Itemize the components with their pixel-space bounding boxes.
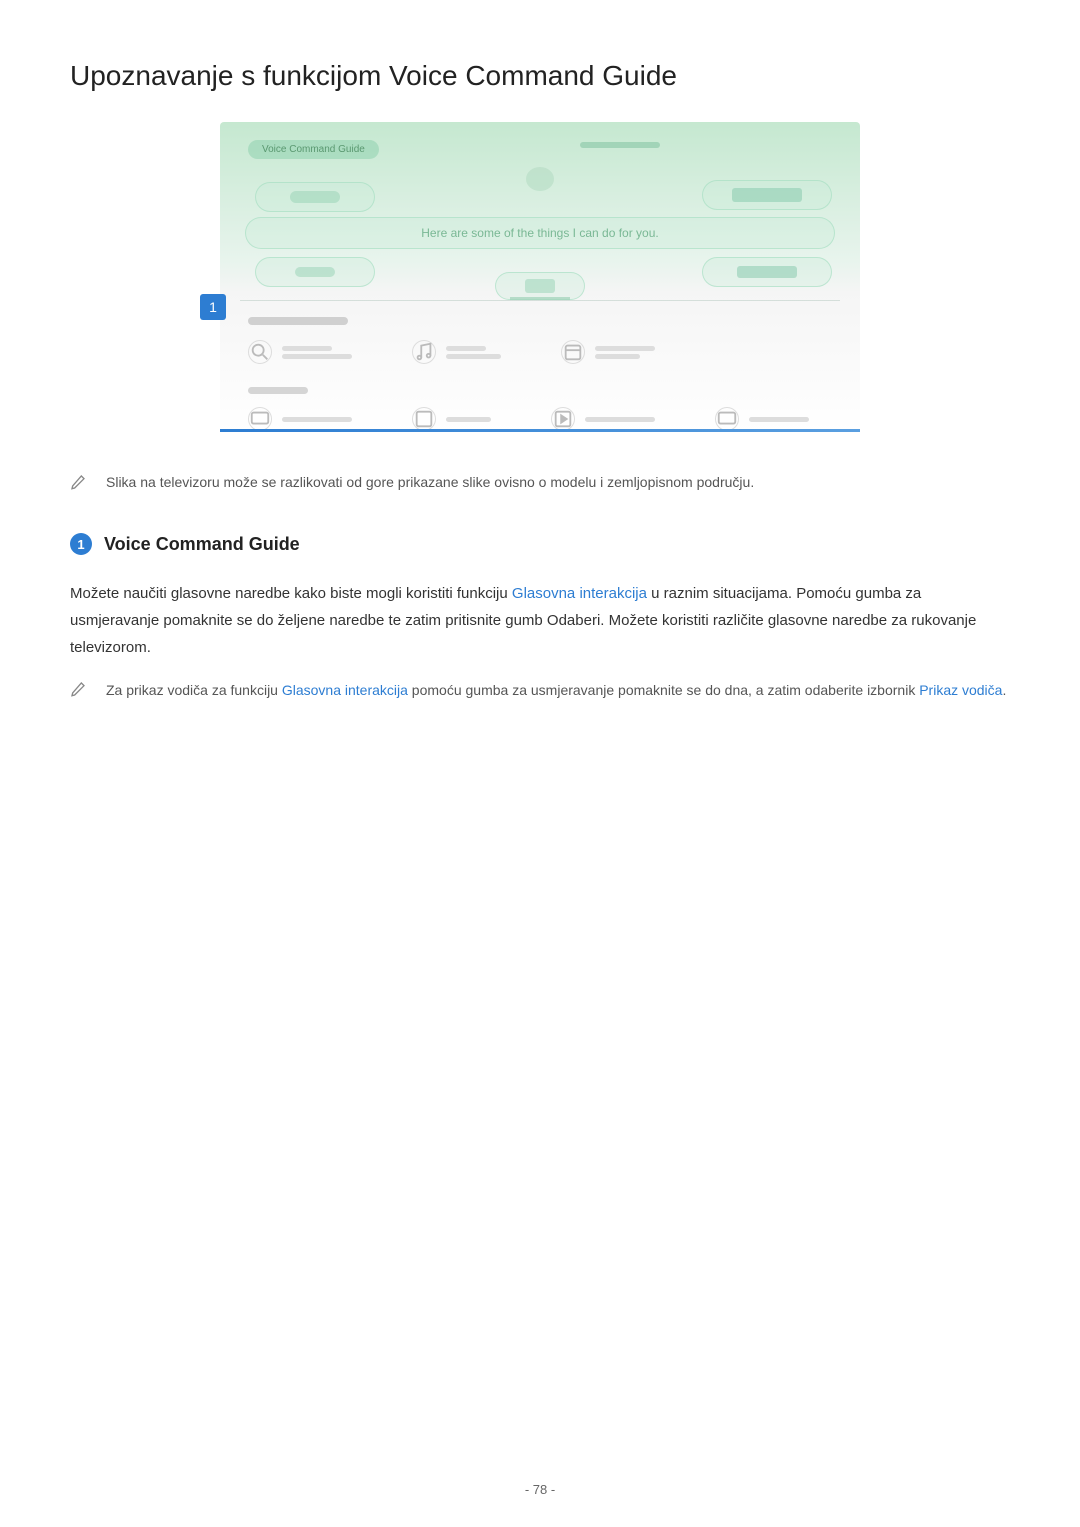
note-row-2: Za prikaz vodiča za funkciju Glasovna in… [70, 679, 1010, 703]
placeholder-line [446, 346, 486, 351]
command-item [248, 407, 352, 431]
pill-content [290, 191, 340, 203]
music-icon [412, 340, 436, 364]
display-icon [715, 407, 739, 431]
screenshot-header-label: Voice Command Guide [248, 140, 379, 159]
section-label-placeholder-2 [248, 387, 308, 394]
body-text-part: Možete naučiti glasovne naredbe kako bis… [70, 585, 512, 602]
divider-line [240, 300, 840, 301]
command-row-2 [248, 407, 840, 431]
subnote-part: . [1002, 682, 1006, 698]
section-body: Možete naučiti glasovne naredbe kako bis… [70, 580, 1010, 661]
section-number-badge: 1 [70, 533, 92, 555]
tv-icon [248, 407, 272, 431]
pencil-icon [70, 474, 86, 490]
pencil-icon [70, 681, 86, 697]
command-item [248, 340, 352, 364]
link-prikaz-vodica[interactable]: Prikaz vodiča [919, 682, 1002, 698]
section-heading-row: 1 Voice Command Guide [70, 533, 1010, 555]
speech-bubble-icon [526, 167, 554, 191]
note-text: Slika na televizoru može se razlikovati … [106, 472, 754, 493]
link-glasovna-interakcija[interactable]: Glasovna interakcija [512, 585, 647, 602]
placeholder-line [446, 354, 501, 359]
suggestion-pill-1 [255, 182, 375, 212]
pill-content [737, 266, 797, 278]
placeholder-line [585, 417, 655, 422]
placeholder-line [446, 417, 491, 422]
placeholder-line [282, 354, 352, 359]
main-pill-text: Here are some of the things I can do for… [421, 226, 658, 240]
link-glasovna-interakcija-2[interactable]: Glasovna interakcija [282, 682, 408, 698]
placeholder-line [282, 346, 332, 351]
main-suggestion-pill: Here are some of the things I can do for… [245, 217, 835, 249]
suggestion-pill-2 [702, 180, 832, 210]
search-icon [248, 340, 272, 364]
page-title: Upoznavanje s funkcijom Voice Command Gu… [70, 60, 1010, 92]
suggestion-pill-4 [702, 257, 832, 287]
placeholder-line [282, 417, 352, 422]
screenshot-top-bar [580, 142, 660, 148]
guide-icon [412, 407, 436, 431]
section-label-placeholder [248, 317, 348, 325]
tv-screenshot: Voice Command Guide Here are some of the… [220, 122, 860, 432]
subnote-part: Za prikaz vodiča za funkciju [106, 682, 282, 698]
placeholder-line [595, 346, 655, 351]
subnote-text: Za prikaz vodiča za funkciju Glasovna in… [106, 679, 1006, 703]
section-heading: Voice Command Guide [104, 534, 300, 555]
divider-tick [510, 297, 570, 300]
command-item [561, 340, 655, 364]
page-number: - 78 - [525, 1482, 555, 1497]
command-row-1 [248, 340, 840, 364]
pill-content [525, 279, 555, 293]
callout-number-badge: 1 [200, 294, 226, 320]
play-icon [551, 407, 575, 431]
arrow-icon [295, 267, 335, 277]
placeholder-line [749, 417, 809, 422]
placeholder-line [595, 354, 640, 359]
screenshot-bottom-border [220, 429, 860, 432]
command-item [412, 340, 501, 364]
subnote-part: pomoću gumba za usmjeravanje pomaknite s… [408, 682, 919, 698]
command-item [412, 407, 491, 431]
pill-content [732, 188, 802, 202]
note-row-1: Slika na televizoru može se razlikovati … [70, 472, 1010, 493]
command-item [551, 407, 655, 431]
suggestion-pill-3 [255, 257, 375, 287]
calendar-icon [561, 340, 585, 364]
suggestion-pill-center [495, 272, 585, 300]
command-item [715, 407, 809, 431]
